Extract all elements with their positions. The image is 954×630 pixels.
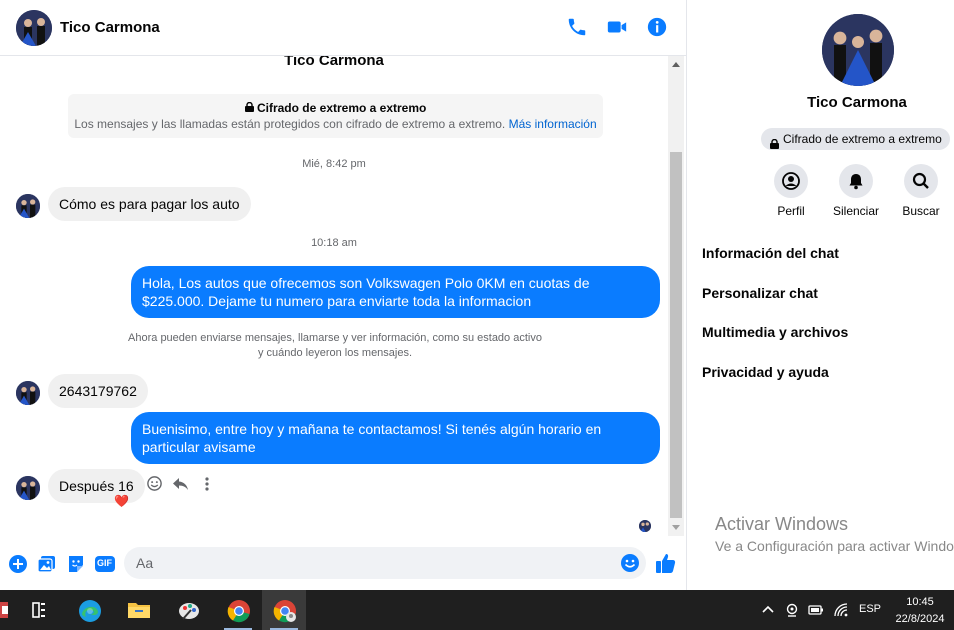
outgoing-message[interactable]: Buenisimo, entre hoy y mañana te contact… — [131, 412, 660, 464]
incoming-message[interactable]: Cómo es para pagar los auto — [48, 187, 251, 221]
menu-customize-chat[interactable]: Personalizar chat — [702, 285, 818, 301]
message-avatar[interactable] — [16, 381, 40, 405]
start-edge-icon[interactable] — [0, 598, 12, 622]
read-receipt-avatar — [639, 520, 651, 532]
profile-icon — [774, 164, 808, 198]
chrome-profile-icon[interactable] — [262, 590, 306, 630]
info-avatar[interactable] — [822, 14, 894, 86]
reply-icon[interactable] — [172, 475, 190, 493]
clock[interactable]: 10:45 22/8/2024 — [892, 594, 948, 628]
image-icon[interactable] — [37, 554, 57, 574]
incoming-message[interactable]: 2643179762 — [48, 374, 148, 408]
profile-button[interactable]: Perfil — [759, 164, 823, 218]
message-input-wrapper — [124, 547, 646, 579]
like-icon[interactable] — [655, 552, 676, 573]
contact-name[interactable]: Tico Carmona — [60, 19, 160, 36]
battery-icon[interactable] — [808, 602, 824, 618]
video-icon[interactable] — [606, 16, 630, 40]
message-scrollbar[interactable] — [668, 56, 684, 536]
taskbar: ESP 10:45 22/8/2024 — [0, 590, 954, 630]
webcam-icon[interactable] — [784, 602, 800, 618]
lock-icon — [770, 134, 779, 156]
add-icon[interactable] — [8, 554, 28, 574]
timestamp: 10:18 am — [311, 237, 357, 249]
clock-time: 10:45 — [906, 596, 934, 608]
outgoing-message[interactable]: Hola, Los autos que ofrecemos son Volksw… — [131, 266, 660, 318]
incoming-message[interactable]: Después 16 — [48, 469, 145, 503]
bell-icon — [839, 164, 873, 198]
system-note: Ahora pueden enviarse mensajes, llamarse… — [128, 332, 542, 359]
lock-icon — [244, 101, 254, 115]
edge-icon[interactable] — [67, 590, 111, 630]
search-button[interactable]: Buscar — [889, 164, 953, 218]
conversation-top-name: Tico Carmona — [284, 56, 384, 69]
e2e-title: Cifrado de extremo a extremo — [256, 101, 427, 115]
e2e-notice: Cifrado de extremo a extremo Los mensaje… — [68, 94, 603, 138]
e2e-text: Los mensajes y las llamadas están proteg… — [74, 117, 506, 131]
task-view-icon[interactable] — [17, 590, 61, 630]
wifi-icon[interactable] — [833, 602, 849, 618]
sticker-icon[interactable] — [66, 554, 86, 574]
message-avatar[interactable] — [16, 194, 40, 218]
react-icon[interactable] — [146, 475, 164, 493]
scroll-thumb[interactable] — [670, 152, 682, 518]
info-icon[interactable] — [646, 16, 670, 40]
message-input[interactable] — [136, 547, 606, 579]
composer: GIF — [0, 540, 686, 590]
activate-windows-watermark: Activar Windows Ve a Configuración para … — [715, 514, 954, 554]
chat-header: Tico Carmona — [0, 0, 686, 56]
scroll-up-arrow-icon[interactable] — [672, 62, 680, 67]
language-indicator[interactable]: ESP — [859, 603, 881, 615]
search-icon — [904, 164, 938, 198]
timestamp: Mié, 8:42 pm — [302, 158, 366, 170]
heart-reaction[interactable]: ❤️ — [114, 494, 129, 508]
scroll-down-arrow-icon[interactable] — [672, 525, 680, 530]
info-contact-name: Tico Carmona — [807, 94, 907, 111]
menu-media-files[interactable]: Multimedia y archivos — [702, 324, 848, 340]
paint-icon[interactable] — [166, 590, 210, 630]
mute-button[interactable]: Silenciar — [824, 164, 888, 218]
tray-expand-icon[interactable] — [760, 602, 776, 618]
chrome-icon[interactable] — [216, 590, 260, 630]
chat-info-panel: Tico Carmona Cifrado de extremo a extrem… — [686, 0, 954, 590]
menu-chat-info[interactable]: Información del chat — [702, 245, 839, 261]
more-options-icon[interactable] — [198, 475, 216, 493]
file-explorer-icon[interactable] — [116, 590, 160, 630]
message-avatar[interactable] — [16, 476, 40, 500]
menu-privacy-help[interactable]: Privacidad y ayuda — [702, 364, 829, 380]
emoji-icon[interactable] — [620, 553, 640, 573]
message-list: Tico Carmona Cifrado de extremo a extrem… — [0, 56, 668, 540]
encryption-badge[interactable]: Cifrado de extremo a extremo — [761, 128, 950, 150]
gif-icon[interactable]: GIF — [95, 554, 115, 574]
more-info-link[interactable]: Más información — [509, 117, 597, 131]
chat-pane: Tico Carmona Tico Carmona Cifrado de ext… — [0, 0, 686, 590]
clock-date: 22/8/2024 — [895, 613, 945, 625]
contact-avatar[interactable] — [16, 10, 52, 46]
phone-icon[interactable] — [566, 16, 590, 40]
